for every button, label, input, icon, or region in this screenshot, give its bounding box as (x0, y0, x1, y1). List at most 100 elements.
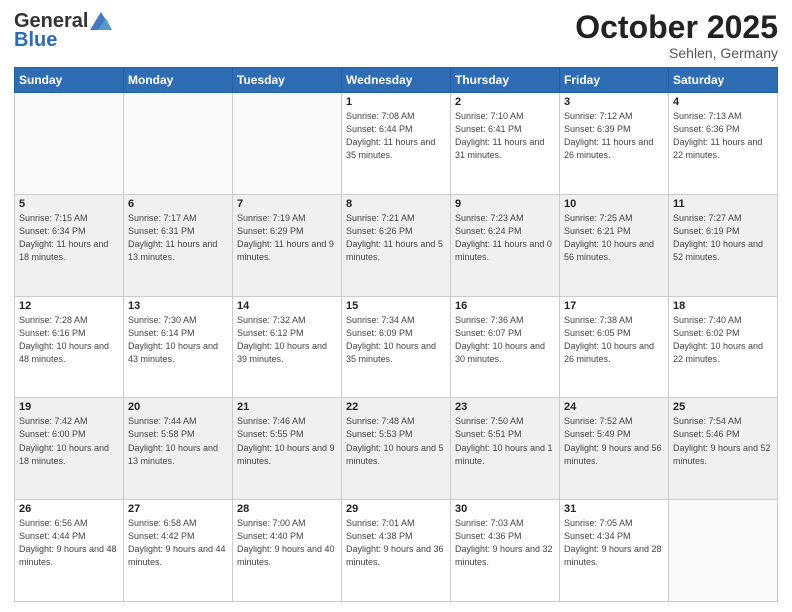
logo: General Blue (14, 10, 112, 52)
table-row: 11 Sunrise: 7:27 AMSunset: 6:19 PMDayligh… (669, 194, 778, 296)
day-info: Sunrise: 6:56 AMSunset: 4:44 PMDaylight:… (19, 517, 119, 569)
day-number: 18 (673, 300, 773, 312)
day-number: 7 (237, 198, 337, 210)
day-info: Sunrise: 7:27 AMSunset: 6:19 PMDaylight:… (673, 212, 773, 264)
day-info: Sunrise: 7:50 AMSunset: 5:51 PMDaylight:… (455, 415, 555, 467)
day-info: Sunrise: 7:01 AMSunset: 4:38 PMDaylight:… (346, 517, 446, 569)
table-row: 6 Sunrise: 7:17 AMSunset: 6:31 PMDaylight… (124, 194, 233, 296)
calendar-header-row: Sunday Monday Tuesday Wednesday Thursday… (15, 68, 778, 93)
table-row: 31 Sunrise: 7:05 AMSunset: 4:34 PMDayligh… (560, 500, 669, 602)
day-number: 8 (346, 198, 446, 210)
day-number: 20 (128, 401, 228, 413)
day-info: Sunrise: 7:32 AMSunset: 6:12 PMDaylight:… (237, 314, 337, 366)
table-row: 13 Sunrise: 7:30 AMSunset: 6:14 PMDayligh… (124, 296, 233, 398)
day-number: 25 (673, 401, 773, 413)
table-row: 26 Sunrise: 6:56 AMSunset: 4:44 PMDayligh… (15, 500, 124, 602)
day-number: 19 (19, 401, 119, 413)
day-number: 26 (19, 503, 119, 515)
day-number: 4 (673, 96, 773, 108)
header-friday: Friday (560, 68, 669, 93)
day-info: Sunrise: 7:13 AMSunset: 6:36 PMDaylight:… (673, 110, 773, 162)
day-info: Sunrise: 7:34 AMSunset: 6:09 PMDaylight:… (346, 314, 446, 366)
table-row: 22 Sunrise: 7:48 AMSunset: 5:53 PMDayligh… (342, 398, 451, 500)
day-info: Sunrise: 7:12 AMSunset: 6:39 PMDaylight:… (564, 110, 664, 162)
day-info: Sunrise: 7:28 AMSunset: 6:16 PMDaylight:… (19, 314, 119, 366)
day-number: 9 (455, 198, 555, 210)
day-info: Sunrise: 7:40 AMSunset: 6:02 PMDaylight:… (673, 314, 773, 366)
calendar-week-row: 12 Sunrise: 7:28 AMSunset: 6:16 PMDayligh… (15, 296, 778, 398)
table-row: 5Sunrise: 7:15 AMSunset: 6:34 PMDaylight… (15, 194, 124, 296)
header-thursday: Thursday (451, 68, 560, 93)
day-number: 2 (455, 96, 555, 108)
day-number: 23 (455, 401, 555, 413)
day-number: 22 (346, 401, 446, 413)
day-number: 30 (455, 503, 555, 515)
table-row: 19 Sunrise: 7:42 AMSunset: 6:00 PMDayligh… (15, 398, 124, 500)
table-row: 14 Sunrise: 7:32 AMSunset: 6:12 PMDayligh… (233, 296, 342, 398)
page: General Blue October 2025 Sehlen, German… (0, 0, 792, 612)
day-info: Sunrise: 7:15 AMSunset: 6:34 PMDaylight:… (19, 212, 119, 264)
day-number: 29 (346, 503, 446, 515)
table-row: 7 Sunrise: 7:19 AMSunset: 6:29 PMDaylight… (233, 194, 342, 296)
day-info: Sunrise: 7:05 AMSunset: 4:34 PMDaylight:… (564, 517, 664, 569)
day-number: 11 (673, 198, 773, 210)
title-block: October 2025 Sehlen, Germany (575, 10, 778, 61)
day-info: Sunrise: 7:21 AMSunset: 6:26 PMDaylight:… (346, 212, 446, 264)
table-row: 10 Sunrise: 7:25 AMSunset: 6:21 PMDayligh… (560, 194, 669, 296)
calendar-week-row: 1Sunrise: 7:08 AMSunset: 6:44 PMDaylight… (15, 93, 778, 195)
day-info: Sunrise: 7:38 AMSunset: 6:05 PMDaylight:… (564, 314, 664, 366)
table-row: 17Sunrise: 7:38 AMSunset: 6:05 PMDayligh… (560, 296, 669, 398)
month-title: October 2025 (575, 10, 778, 45)
table-row: 24 Sunrise: 7:52 AMSunset: 5:49 PMDayligh… (560, 398, 669, 500)
table-row: 27 Sunrise: 6:58 AMSunset: 4:42 PMDayligh… (124, 500, 233, 602)
day-info: Sunrise: 7:30 AMSunset: 6:14 PMDaylight:… (128, 314, 228, 366)
table-row: 4 Sunrise: 7:13 AMSunset: 6:36 PMDaylight… (669, 93, 778, 195)
day-number: 24 (564, 401, 664, 413)
day-number: 12 (19, 300, 119, 312)
table-row (124, 93, 233, 195)
day-info: Sunrise: 7:03 AMSunset: 4:36 PMDaylight:… (455, 517, 555, 569)
table-row: 2Sunrise: 7:10 AMSunset: 6:41 PMDaylight… (451, 93, 560, 195)
day-info: Sunrise: 7:00 AMSunset: 4:40 PMDaylight:… (237, 517, 337, 569)
day-info: Sunrise: 7:42 AMSunset: 6:00 PMDaylight:… (19, 415, 119, 467)
day-number: 15 (346, 300, 446, 312)
day-info: Sunrise: 7:17 AMSunset: 6:31 PMDaylight:… (128, 212, 228, 264)
day-info: Sunrise: 7:23 AMSunset: 6:24 PMDaylight:… (455, 212, 555, 264)
header-monday: Monday (124, 68, 233, 93)
table-row: 20Sunrise: 7:44 AMSunset: 5:58 PMDayligh… (124, 398, 233, 500)
day-number: 1 (346, 96, 446, 108)
day-info: Sunrise: 7:46 AMSunset: 5:55 PMDaylight:… (237, 415, 337, 467)
table-row: 28 Sunrise: 7:00 AMSunset: 4:40 PMDayligh… (233, 500, 342, 602)
day-number: 27 (128, 503, 228, 515)
calendar-week-row: 19 Sunrise: 7:42 AMSunset: 6:00 PMDayligh… (15, 398, 778, 500)
table-row: 8 Sunrise: 7:21 AMSunset: 6:26 PMDaylight… (342, 194, 451, 296)
day-number: 13 (128, 300, 228, 312)
header: General Blue October 2025 Sehlen, German… (14, 10, 778, 61)
table-row: 29 Sunrise: 7:01 AMSunset: 4:38 PMDayligh… (342, 500, 451, 602)
logo-icon (90, 12, 112, 30)
day-number: 6 (128, 198, 228, 210)
table-row: 25 Sunrise: 7:54 AMSunset: 5:46 PMDayligh… (669, 398, 778, 500)
day-number: 31 (564, 503, 664, 515)
day-number: 14 (237, 300, 337, 312)
day-number: 10 (564, 198, 664, 210)
location-title: Sehlen, Germany (575, 45, 778, 61)
day-info: Sunrise: 7:19 AMSunset: 6:29 PMDaylight:… (237, 212, 337, 264)
table-row (669, 500, 778, 602)
table-row: 1Sunrise: 7:08 AMSunset: 6:44 PMDaylight… (342, 93, 451, 195)
table-row: 15 Sunrise: 7:34 AMSunset: 6:09 PMDayligh… (342, 296, 451, 398)
day-number: 16 (455, 300, 555, 312)
table-row: 16Sunrise: 7:36 AMSunset: 6:07 PMDayligh… (451, 296, 560, 398)
day-info: Sunrise: 7:48 AMSunset: 5:53 PMDaylight:… (346, 415, 446, 467)
day-info: Sunrise: 7:25 AMSunset: 6:21 PMDaylight:… (564, 212, 664, 264)
table-row: 23 Sunrise: 7:50 AMSunset: 5:51 PMDayligh… (451, 398, 560, 500)
day-number: 28 (237, 503, 337, 515)
day-info: Sunrise: 6:58 AMSunset: 4:42 PMDaylight:… (128, 517, 228, 569)
day-info: Sunrise: 7:52 AMSunset: 5:49 PMDaylight:… (564, 415, 664, 467)
header-tuesday: Tuesday (233, 68, 342, 93)
day-number: 21 (237, 401, 337, 413)
calendar-table: Sunday Monday Tuesday Wednesday Thursday… (14, 67, 778, 602)
table-row: 9 Sunrise: 7:23 AMSunset: 6:24 PMDaylight… (451, 194, 560, 296)
day-info: Sunrise: 7:54 AMSunset: 5:46 PMDaylight:… (673, 415, 773, 467)
table-row: 18 Sunrise: 7:40 AMSunset: 6:02 PMDayligh… (669, 296, 778, 398)
